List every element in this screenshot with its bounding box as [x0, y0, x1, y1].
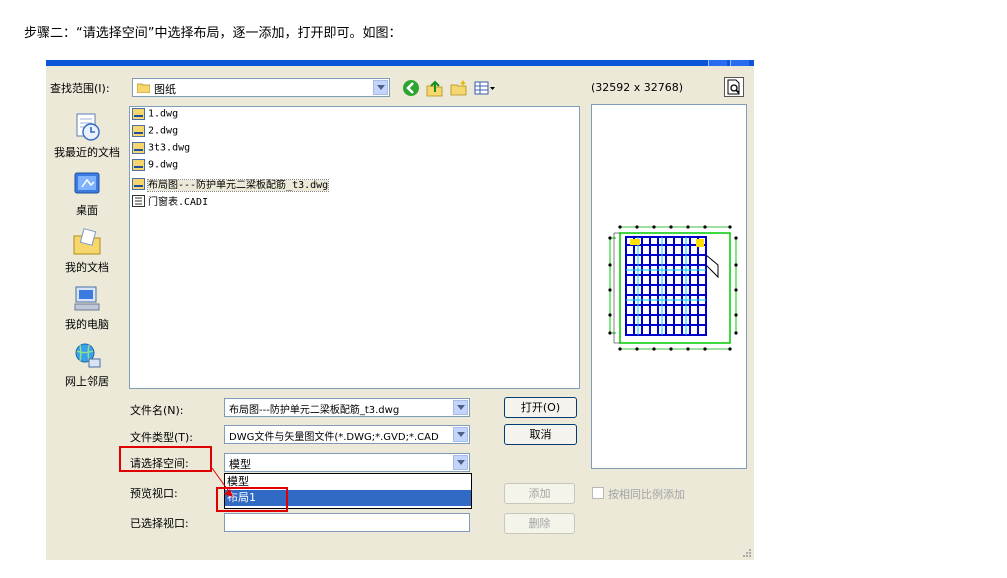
- place-my-documents[interactable]: 我的文档: [46, 227, 128, 275]
- desktop-icon: [71, 170, 103, 200]
- file-name: 布局图---防护单元二梁板配筋_t3.dwg: [146, 179, 330, 192]
- file-item[interactable]: 9.dwg: [132, 159, 178, 175]
- chevron-down-icon[interactable]: [373, 80, 388, 95]
- folder-icon: [136, 82, 151, 94]
- space-combo[interactable]: 模型: [224, 453, 470, 472]
- annotation-arrow: [211, 467, 233, 497]
- back-icon[interactable]: [402, 79, 420, 97]
- delete-button[interactable]: 删除: [504, 513, 575, 534]
- look-in-value: 图纸: [154, 83, 176, 96]
- file-name: 门窗表.CADI: [148, 197, 209, 208]
- file-item[interactable]: 1.dwg: [132, 108, 178, 124]
- dwg-file-icon: [132, 159, 145, 171]
- up-folder-icon[interactable]: [426, 79, 444, 97]
- cadi-file-icon: [132, 194, 145, 207]
- file-name: 2.dwg: [148, 125, 179, 137]
- new-folder-icon[interactable]: [450, 79, 468, 97]
- selected-viewport-field[interactable]: [224, 513, 470, 532]
- place-label: 我的文档: [65, 261, 109, 274]
- add-button[interactable]: 添加: [504, 483, 575, 504]
- floor-plan-preview: [608, 225, 738, 351]
- close-title-button[interactable]: [730, 60, 749, 66]
- open-file-dialog: 查找范围(I): 图纸 (32592 x 32768) 我最近的文档 桌面 我的…: [46, 60, 754, 560]
- file-name: 3t3.dwg: [148, 142, 191, 154]
- dwg-file-icon: [132, 108, 145, 120]
- resize-grip-icon[interactable]: [740, 546, 752, 558]
- dwg-file-icon: [132, 142, 145, 154]
- filename-label: 文件名(N):: [130, 404, 184, 417]
- look-in-label: 查找范围(I):: [50, 82, 110, 95]
- place-desktop[interactable]: 桌面: [46, 170, 128, 218]
- filetype-combo[interactable]: DWG文件与矢量图文件(*.DWG;*.GVD;*.CAD: [224, 425, 470, 444]
- look-in-combo[interactable]: 图纸: [132, 78, 390, 97]
- file-item[interactable]: 门窗表.CADI: [132, 193, 208, 209]
- places-bar: 我最近的文档 桌面 我的文档 我的电脑 网上邻居: [46, 106, 128, 446]
- my-computer-icon: [71, 284, 103, 314]
- place-label: 我的电脑: [65, 318, 109, 331]
- chevron-down-icon[interactable]: [453, 455, 468, 470]
- view-menu-icon[interactable]: [474, 79, 496, 97]
- help-title-button[interactable]: [708, 60, 727, 66]
- file-name: 9.dwg: [148, 159, 179, 171]
- filename-value: 布局图---防护单元二梁板配筋_t3.dwg: [229, 405, 400, 416]
- dwg-file-icon: [132, 177, 145, 190]
- open-button[interactable]: 打开(O): [504, 397, 577, 418]
- file-list[interactable]: 1.dwg 2.dwg 3t3.dwg 9.dwg 布局图---防护单元二梁板配…: [129, 106, 580, 389]
- chevron-down-icon[interactable]: [453, 427, 468, 442]
- same-scale-label: 按相同比例添加: [608, 488, 685, 501]
- instruction-text: 步骤二：“请选择空间”中选择布局，逐一添加，打开即可。如图：: [24, 26, 402, 41]
- place-label: 我最近的文档: [54, 146, 120, 159]
- file-item[interactable]: 2.dwg: [132, 125, 178, 141]
- preview-toggle-icon[interactable]: [724, 77, 744, 97]
- place-my-computer[interactable]: 我的电脑: [46, 284, 128, 332]
- preview-panel: [591, 104, 747, 469]
- same-scale-checkbox[interactable]: [592, 487, 604, 499]
- recent-documents-icon: [71, 112, 103, 142]
- dialog-titlebar: [46, 60, 754, 66]
- place-network-places[interactable]: 网上邻居: [46, 341, 128, 389]
- preview-size-text: (32592 x 32768): [591, 81, 684, 94]
- filetype-value: DWG文件与矢量图文件(*.DWG;*.GVD;*.CAD: [229, 432, 439, 443]
- preview-viewport-label: 预览视口:: [130, 487, 178, 500]
- file-name: 1.dwg: [148, 108, 179, 120]
- place-label: 桌面: [76, 204, 98, 217]
- file-item-selected[interactable]: 布局图---防护单元二梁板配筋_t3.dwg: [132, 176, 330, 192]
- selected-viewport-label: 已选择视口:: [130, 517, 189, 530]
- place-recent-documents[interactable]: 我最近的文档: [46, 112, 128, 160]
- annotation-highlight-box: [119, 446, 212, 472]
- dwg-file-icon: [132, 125, 145, 137]
- my-documents-icon: [71, 227, 103, 257]
- place-label: 网上邻居: [65, 375, 109, 388]
- cancel-button[interactable]: 取消: [504, 424, 577, 445]
- network-places-icon: [71, 341, 103, 371]
- chevron-down-icon[interactable]: [453, 400, 468, 415]
- file-item[interactable]: 3t3.dwg: [132, 142, 190, 158]
- filename-combo[interactable]: 布局图---防护单元二梁板配筋_t3.dwg: [224, 398, 470, 417]
- filetype-label: 文件类型(T):: [130, 431, 194, 444]
